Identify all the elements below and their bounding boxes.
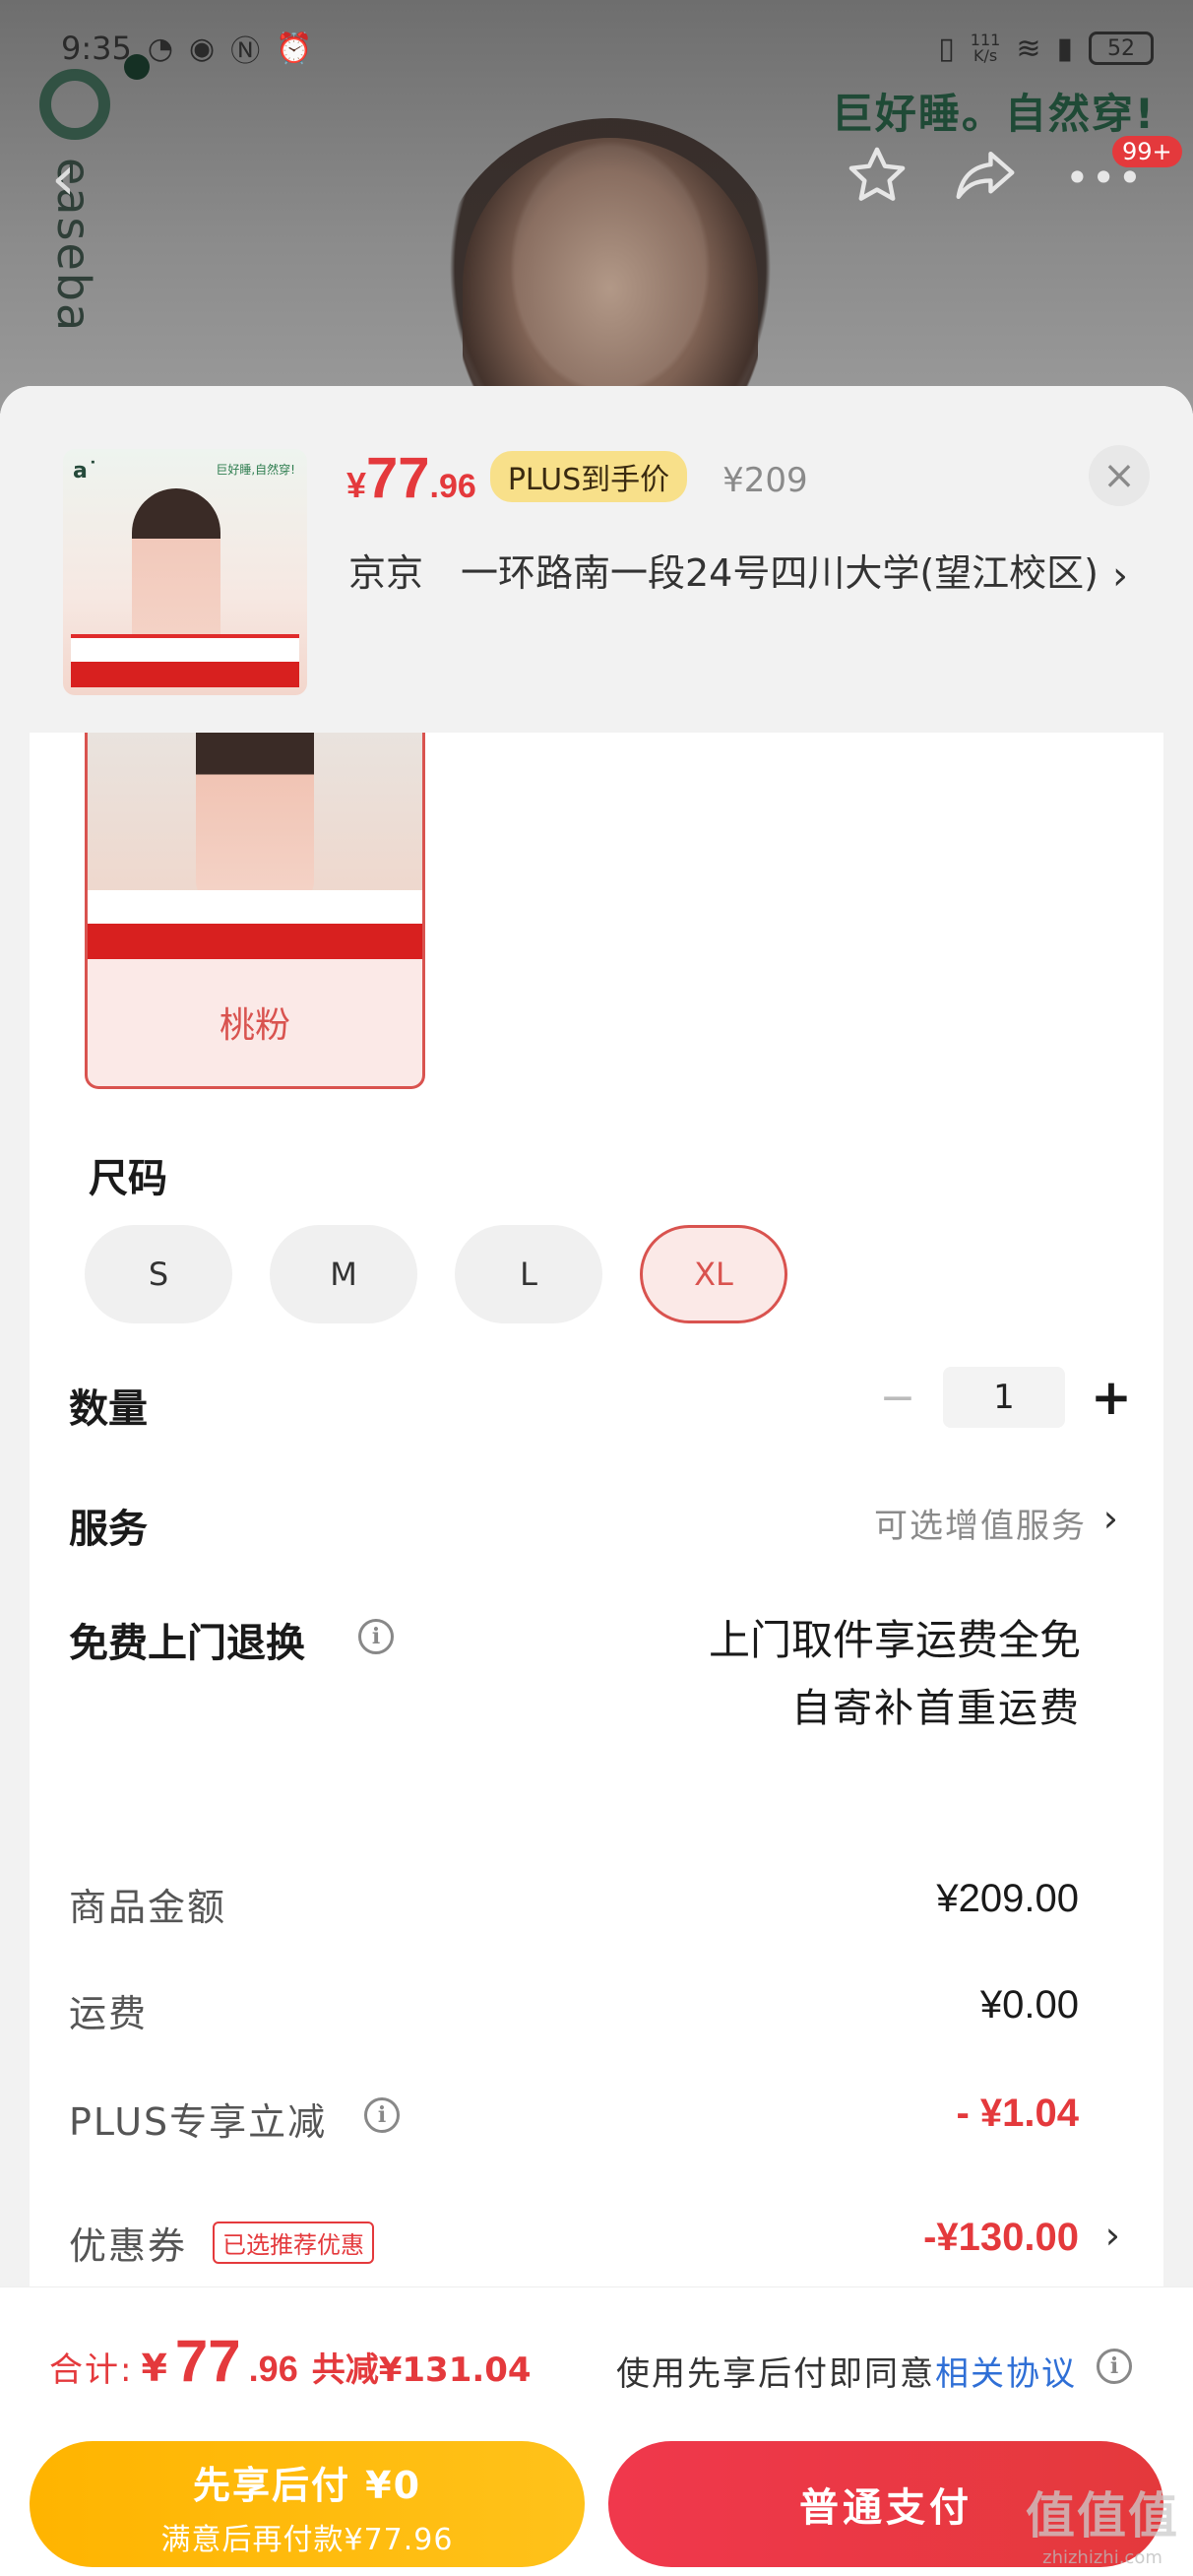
brand-slogan: 巨好睡。自然穿! <box>831 90 1156 138</box>
thumb-slogan: 巨好睡,自然穿! <box>216 463 295 477</box>
color-option-selected[interactable]: 桃粉 <box>85 733 425 1089</box>
delivery-address[interactable]: 京京 一环路南一段24号四川大学(望江校区) <box>348 546 1106 601</box>
total-label: 合计: <box>49 2351 134 2390</box>
service-value[interactable]: 可选增值服务 <box>874 1499 1087 1547</box>
quantity-input[interactable]: 1 <box>943 1367 1065 1428</box>
alarm-icon: ⏰ <box>276 31 313 66</box>
promo-banner <box>88 890 422 959</box>
sheet-header: a˙ 巨好睡,自然穿! ¥77.96 PLUS到手价 ¥209 × 京京 一环路… <box>0 386 1193 733</box>
thumb-promo-banner <box>71 634 299 687</box>
notification-icon: ◔ <box>147 31 174 66</box>
chevron-right-icon[interactable]: › <box>1105 2214 1120 2257</box>
size-option-l[interactable]: L <box>455 1225 602 1323</box>
info-icon[interactable]: i <box>364 2097 400 2133</box>
pay-later-title: 先享后付 ¥0 <box>192 2464 422 2507</box>
size-option-s[interactable]: S <box>85 1225 232 1323</box>
status-bar: 9:35 ◔ ◉ Ⓝ ⏰ ▯ 111 K/s ≋ ▮ 52 <box>61 24 1154 73</box>
info-icon[interactable]: i <box>358 1619 394 1654</box>
sku-selector-sheet: 桃粉 尺码 S M L XL 数量 − 1 + 服务 可选增值服务 › 免费上门… <box>0 386 1193 2576</box>
total-decimal: .96 <box>248 2349 298 2389</box>
selected-price: ¥77.96 <box>346 446 476 510</box>
product-thumbnail: a˙ 巨好睡,自然穿! <box>63 449 307 695</box>
thumb-model <box>132 488 220 656</box>
shipping-label: 运费 <box>69 1992 149 2035</box>
service-label: 服务 <box>69 1507 148 1552</box>
star-icon[interactable] <box>845 143 910 208</box>
plus-discount-value: - ¥1.04 <box>956 2092 1079 2135</box>
total-currency: ¥ <box>141 2347 167 2390</box>
chevron-right-icon[interactable]: › <box>1103 1497 1118 1540</box>
order-total: 合计: ¥77.96 共减¥131.04 <box>49 2327 532 2395</box>
quantity-minus-button[interactable]: − <box>878 1373 917 1423</box>
color-option-image <box>88 733 422 959</box>
eye-icon: ◉ <box>189 31 216 66</box>
total-saved: 共减¥131.04 <box>311 2351 532 2390</box>
plus-discount-label: PLUS专享立减 <box>69 2100 328 2144</box>
goods-amount-label: 商品金额 <box>69 1886 227 1929</box>
wifi-icon: ≋ <box>1016 31 1041 66</box>
thumb-brand-logo: a˙ <box>73 459 98 483</box>
battery-icon: 52 <box>1089 32 1154 65</box>
vibrate-icon: ▯ <box>938 31 955 66</box>
goods-amount-value: ¥209.00 <box>936 1877 1079 1920</box>
watermark: 值值值 zhizhizhi.com <box>1026 2487 1179 2568</box>
size-option-m[interactable]: M <box>270 1225 417 1323</box>
size-title: 尺码 <box>89 1156 167 1201</box>
checkout-footer: 合计: ¥77.96 共减¥131.04 使用先享后付即同意相关协议 i 先享后… <box>0 2286 1193 2576</box>
pay-later-button[interactable]: 先享后付 ¥0 满意后再付款¥77.96 <box>30 2441 585 2567</box>
color-option-label: 桃粉 <box>219 1005 290 1046</box>
free-return-line2: 自寄补首重运费 <box>791 1686 1081 1731</box>
info-icon[interactable]: i <box>1097 2349 1132 2384</box>
color-model <box>196 733 314 900</box>
chevron-right-icon[interactable]: › <box>1112 553 1128 599</box>
pay-later-subtitle: 满意后再付款¥77.96 <box>160 2523 454 2557</box>
status-time: 9:35 <box>61 30 132 67</box>
agreement-text: 使用先享后付即同意相关协议 <box>616 2354 1077 2394</box>
price-row: ¥77.96 PLUS到手价 ¥209 <box>346 445 808 511</box>
free-return-line1: 上门取件享运费全免 <box>708 1616 1081 1664</box>
coupon-label: 优惠券 <box>69 2224 188 2268</box>
original-price: ¥209 <box>722 461 808 500</box>
shipping-value: ¥0.00 <box>979 1983 1079 2027</box>
message-badge: 99+ <box>1112 136 1182 167</box>
coupon-value[interactable]: -¥130.00 <box>923 2216 1079 2260</box>
quantity-plus-button[interactable]: + <box>1091 1369 1132 1426</box>
back-icon[interactable]: ‹ <box>51 148 76 209</box>
close-icon[interactable]: × <box>1089 445 1150 506</box>
total-integer: 77 <box>174 2328 241 2394</box>
agreement-link[interactable]: 相关协议 <box>935 2354 1077 2394</box>
model-photo <box>463 138 758 414</box>
share-icon[interactable] <box>953 146 1018 205</box>
brand-logo <box>39 69 110 140</box>
net-speed: 111 K/s <box>970 31 1001 65</box>
battery-saver-icon: ▮ <box>1056 31 1073 66</box>
size-option-xl[interactable]: XL <box>640 1225 787 1323</box>
product-page-background: easeba 巨好睡。自然穿! 9:35 ◔ ◉ Ⓝ ⏰ ▯ 111 K/s ≋ … <box>0 0 1193 414</box>
plus-price-tag: PLUS到手价 <box>489 451 688 502</box>
free-return-label: 免费上门退换 <box>69 1621 305 1666</box>
coupon-recommended-tag: 已选推荐优惠 <box>213 2222 374 2264</box>
nfc-icon: Ⓝ <box>230 34 261 69</box>
quantity-label: 数量 <box>69 1386 148 1432</box>
quantity-stepper: − 1 + <box>878 1367 1132 1428</box>
